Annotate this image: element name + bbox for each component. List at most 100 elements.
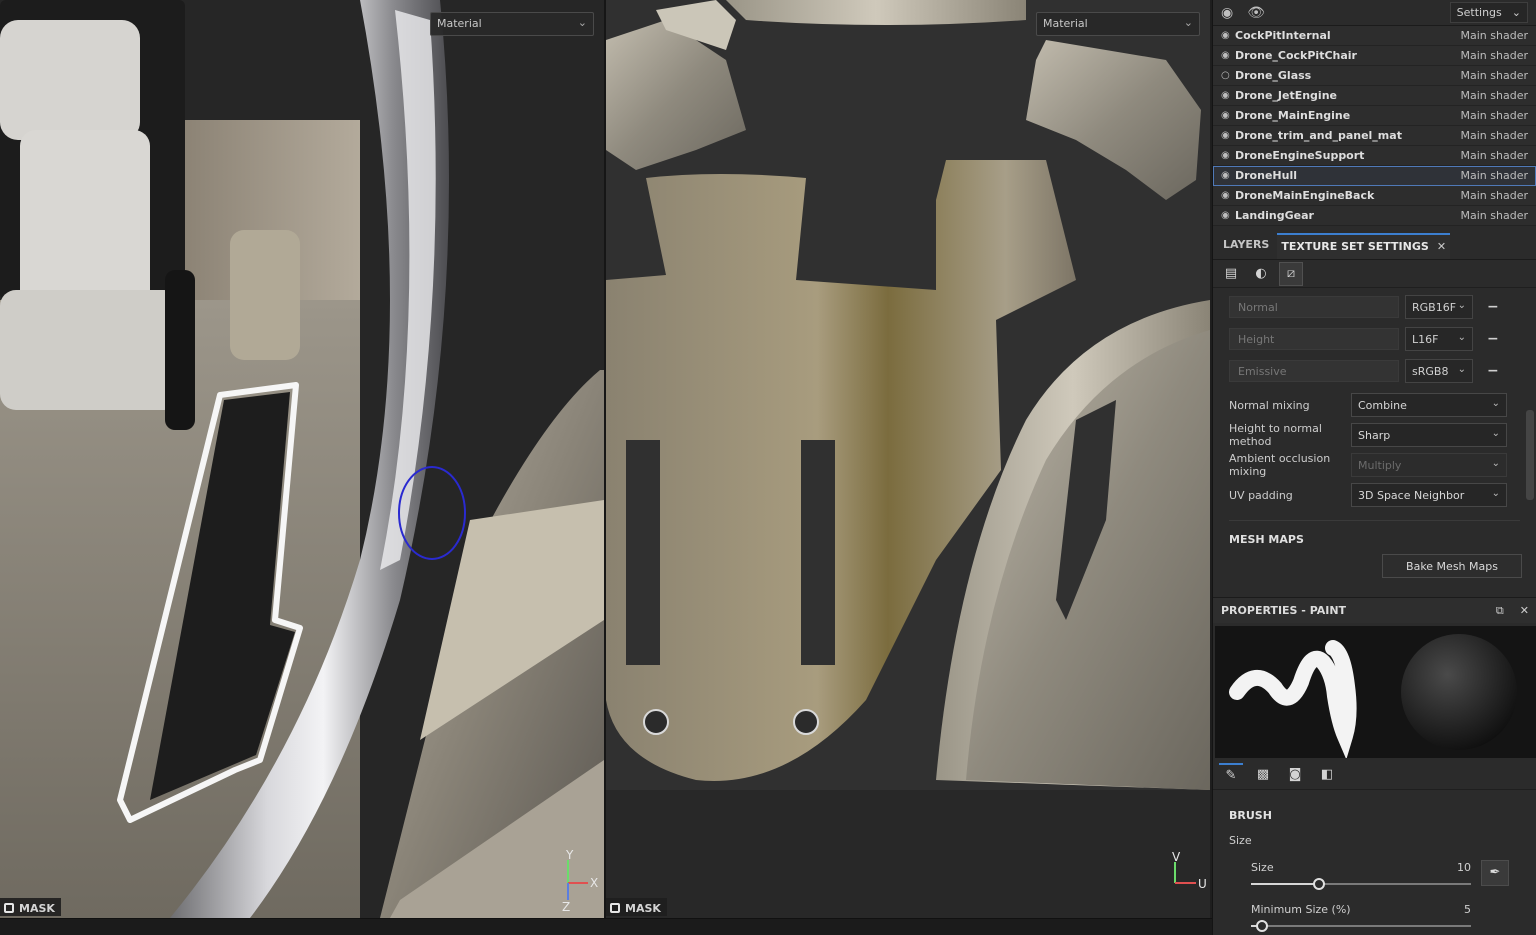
chevron-down-icon: ⌄: [1183, 16, 1193, 29]
visibility-eye-icon[interactable]: ◉: [1221, 210, 1235, 221]
texture-set-row[interactable]: ○ Drone_Glass Main shader: [1213, 66, 1536, 86]
hide-all-icon[interactable]: ◉: [1221, 5, 1233, 21]
chevron-down-icon: ⌄: [1511, 6, 1521, 19]
visibility-eye-icon[interactable]: ◉: [1221, 190, 1235, 201]
status-strip: [0, 918, 1212, 935]
material-dropdown-label: Material: [437, 17, 482, 30]
minimum-size-slider[interactable]: Minimum Size (%) 5: [1251, 903, 1471, 935]
axis-gizmo-3d: Y X Z: [562, 848, 598, 914]
properties-toolbar: ✎ ▩ ◙ ◧: [1213, 760, 1536, 790]
texture-set-row[interactable]: ◉ DroneMainEngineBack Main shader: [1213, 186, 1536, 206]
pen-pressure-button[interactable]: ✒: [1481, 860, 1509, 886]
ao-mixing-select: Multiply ⌄: [1351, 453, 1507, 477]
channel-row: Normal RGB16F ⌄ −: [1229, 294, 1520, 320]
chevron-down-icon: ⌄: [1491, 398, 1500, 409]
channel-name: Height: [1229, 328, 1399, 350]
remove-channel-button[interactable]: −: [1487, 363, 1499, 379]
texture-set-row[interactable]: ◉ LandingGear Main shader: [1213, 206, 1536, 226]
visibility-eye-icon[interactable]: ◉: [1221, 150, 1235, 161]
channel-format-select[interactable]: L16F ⌄: [1405, 327, 1473, 351]
viewport-2d-material-dropdown[interactable]: Material ⌄: [1036, 12, 1200, 36]
remove-channel-button[interactable]: −: [1487, 331, 1499, 347]
settings-dropdown[interactable]: Settings ⌄: [1449, 2, 1528, 23]
tss-scrollbar[interactable]: [1526, 410, 1534, 500]
close-icon[interactable]: ✕: [1437, 240, 1446, 253]
visibility-eye-icon[interactable]: ◉: [1221, 170, 1235, 181]
eye-icon[interactable]: 👁: [1247, 5, 1265, 21]
channel-row: Height L16F ⌄ −: [1229, 326, 1520, 352]
mask-checkbox-icon: [610, 903, 620, 913]
mesh-maps-icon[interactable]: ⧄: [1279, 261, 1303, 286]
alpha-icon[interactable]: ▩: [1251, 763, 1275, 787]
viewport-3d[interactable]: Material ⌄ Y X Z MASK: [0, 0, 604, 918]
slider-fill: [1251, 883, 1319, 885]
viewport-3d-material-dropdown[interactable]: Material ⌄: [430, 12, 594, 36]
brush-stroke-preview: [1229, 634, 1517, 760]
settings-label: Settings: [1456, 6, 1502, 19]
size-slider[interactable]: Size 10: [1251, 861, 1471, 901]
tab-texture-set-settings[interactable]: TEXTURE SET SETTINGS ✕: [1277, 233, 1451, 259]
chevron-down-icon: ⌄: [1491, 488, 1500, 499]
axis-gizmo-2d: V U: [1172, 850, 1207, 891]
app-root: Material ⌄ Y X Z MASK Material ⌄ V U MAS…: [0, 0, 1536, 935]
visibility-eye-icon[interactable]: ◉: [1221, 30, 1235, 41]
remove-channel-button[interactable]: −: [1487, 299, 1499, 315]
chevron-down-icon: ⌄: [1491, 458, 1500, 469]
material-dropdown-label: Material: [1043, 17, 1088, 30]
chevron-down-icon: ⌄: [1457, 332, 1466, 343]
tab-layers[interactable]: LAYERS: [1219, 233, 1273, 259]
mask-toggle-2d[interactable]: MASK: [606, 898, 667, 916]
texture-set-row[interactable]: ◉ Drone_trim_and_panel_mat Main shader: [1213, 126, 1536, 146]
mask-label: MASK: [625, 901, 661, 915]
chevron-down-icon: ⌄: [577, 16, 587, 29]
texture-set-row[interactable]: ◉ CockPitInternal Main shader: [1213, 26, 1536, 46]
right-panel: ◉ 👁 Settings ⌄ ◉ CockPitInternal Main shad…: [1212, 0, 1536, 935]
brush-section: BRUSH Size Size 10 ✒ Minimum Size (%) 5: [1213, 800, 1536, 935]
visibility-eye-icon[interactable]: ◉: [1221, 90, 1235, 101]
channel-format-select[interactable]: sRGB8 ⌄: [1405, 359, 1473, 383]
visibility-eye-icon[interactable]: ◉: [1221, 110, 1235, 121]
uv-padding-select[interactable]: 3D Space Neighbor ⌄: [1351, 483, 1507, 507]
viewport-2d-render: [606, 0, 1210, 918]
mask-label: MASK: [19, 901, 55, 915]
visibility-eye-icon[interactable]: ◉: [1221, 130, 1235, 141]
channel-name: Normal: [1229, 296, 1399, 318]
stencil-icon[interactable]: ◙: [1283, 763, 1307, 787]
slider-knob[interactable]: [1313, 878, 1325, 890]
texture-set-row[interactable]: ◉ Drone_JetEngine Main shader: [1213, 86, 1536, 106]
normal-mixing-select[interactable]: Combine ⌄: [1351, 393, 1507, 417]
texture-set-row-selected[interactable]: ◉ DroneHull Main shader: [1213, 166, 1536, 186]
texture-set-row[interactable]: ◉ Drone_MainEngine Main shader: [1213, 106, 1536, 126]
slider-knob[interactable]: [1256, 920, 1268, 932]
material-icon[interactable]: ◧: [1315, 763, 1339, 787]
close-icon[interactable]: ✕: [1520, 604, 1529, 618]
texture-set-list: ◉ CockPitInternal Main shader ◉ Drone_CockP…: [1213, 26, 1536, 226]
brush-icon[interactable]: ✎: [1219, 762, 1243, 787]
min-size-value[interactable]: 5: [1464, 903, 1471, 916]
viewport-3d-render: [0, 0, 604, 918]
texture-set-row[interactable]: ◉ Drone_CockPitChair Main shader: [1213, 46, 1536, 66]
channel-name: Emissive: [1229, 360, 1399, 382]
properties-header: PROPERTIES - PAINT ⧉ ✕: [1213, 597, 1536, 623]
channel-format-select[interactable]: RGB16F ⌄: [1405, 295, 1473, 319]
hidden-eye-icon[interactable]: ○: [1221, 70, 1235, 81]
texture-set-row[interactable]: ◉ DroneEngineSupport Main shader: [1213, 146, 1536, 166]
height-to-normal-select[interactable]: Sharp ⌄: [1351, 423, 1507, 447]
axis-z-label: Z: [562, 900, 570, 914]
viewport-2d[interactable]: Material ⌄ V U MASK: [606, 0, 1210, 918]
brush-header: BRUSH: [1229, 809, 1272, 822]
mask-checkbox-icon: [4, 903, 14, 913]
shader-icon[interactable]: ◐: [1249, 262, 1273, 286]
channels-icon[interactable]: ▤: [1219, 262, 1243, 286]
mask-toggle-3d[interactable]: MASK: [0, 898, 61, 916]
channel-row: Emissive sRGB8 ⌄ −: [1229, 358, 1520, 384]
undock-icon[interactable]: ⧉: [1496, 604, 1504, 618]
ao-mixing-row: Ambient occlusion mixing Multiply ⌄: [1229, 450, 1520, 480]
properties-title: PROPERTIES - PAINT: [1221, 604, 1347, 617]
bake-mesh-maps-button[interactable]: Bake Mesh Maps: [1382, 554, 1522, 578]
size-value[interactable]: 10: [1457, 861, 1471, 874]
axis-x-label: X: [590, 876, 598, 890]
visibility-eye-icon[interactable]: ◉: [1221, 50, 1235, 61]
texture-set-list-toolbar: ◉ 👁 Settings ⌄: [1213, 0, 1536, 26]
slider-track: [1251, 925, 1471, 927]
